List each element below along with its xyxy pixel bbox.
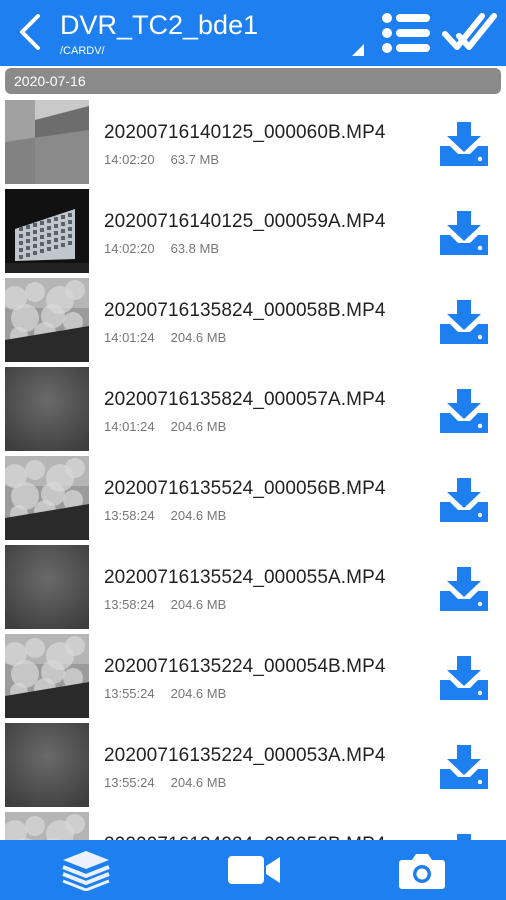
file-time: 13:58:24 — [104, 597, 155, 612]
video-thumbnail[interactable] — [5, 367, 89, 451]
file-size: 204.6 MB — [170, 419, 227, 434]
file-list-item[interactable]: 20200716140125_000060B.MP4 14:02:20 63.7 M… — [0, 100, 506, 186]
tab-photos[interactable] — [392, 846, 452, 894]
file-meta: 13:58:24 204.6 MB — [104, 597, 226, 612]
file-name: 20200716135524_000056B.MP4 — [104, 478, 386, 499]
file-name: 20200716135524_000055A.MP4 — [104, 567, 386, 588]
file-size: 204.6 MB — [170, 597, 227, 612]
file-size: 204.6 MB — [170, 330, 227, 345]
layers-icon — [62, 851, 110, 891]
file-size: 63.7 MB — [170, 152, 220, 167]
file-time: 13:58:24 — [104, 508, 155, 523]
download-icon — [440, 478, 488, 522]
double-check-icon — [442, 13, 497, 50]
file-list-item[interactable]: 20200716135224_000053A.MP4 13:55:24 204.6 … — [0, 723, 506, 809]
download-button[interactable] — [436, 209, 492, 257]
file-time: 13:55:24 — [104, 686, 155, 701]
file-time: 14:01:24 — [104, 330, 155, 345]
file-size: 204.6 MB — [170, 686, 227, 701]
file-list-item[interactable]: 20200716140125_000059A.MP4 14:02:20 63.8 M… — [0, 189, 506, 275]
tab-videos[interactable] — [224, 846, 284, 894]
download-icon — [440, 122, 488, 166]
download-button[interactable] — [436, 298, 492, 346]
download-icon — [440, 567, 488, 611]
date-section-header: 2020-07-16 — [5, 68, 501, 94]
camera-icon — [399, 854, 445, 889]
video-camera-icon — [228, 856, 280, 884]
download-button[interactable] — [436, 476, 492, 524]
video-thumbnail[interactable] — [5, 456, 89, 540]
file-name: 20200716135824_000058B.MP4 — [104, 300, 386, 321]
file-name: 20200716140125_000059A.MP4 — [104, 211, 386, 232]
path-label: /CARDV/ — [60, 45, 105, 57]
file-size: 204.6 MB — [170, 508, 227, 523]
file-meta: 14:02:20 63.8 MB — [104, 241, 219, 256]
back-button[interactable] — [12, 10, 48, 54]
download-button[interactable] — [436, 565, 492, 613]
file-name: 20200716140125_000060B.MP4 — [104, 122, 386, 143]
file-browser-screen: DVR_TC2_bde1 /CARDV/ 2020-07-16 20200716… — [0, 0, 506, 900]
file-name: 20200716135224_000053A.MP4 — [104, 745, 386, 766]
chevron-left-icon — [20, 14, 40, 50]
download-button[interactable] — [436, 743, 492, 791]
file-list[interactable]: 20200716140125_000060B.MP4 14:02:20 63.7 M… — [0, 98, 506, 840]
download-icon — [440, 745, 488, 789]
download-button[interactable] — [436, 120, 492, 168]
file-meta: 13:55:24 204.6 MB — [104, 775, 226, 790]
download-icon — [440, 211, 488, 255]
video-thumbnail[interactable] — [5, 723, 89, 807]
file-meta: 14:01:24 204.6 MB — [104, 419, 226, 434]
file-meta: 14:02:20 63.7 MB — [104, 152, 219, 167]
list-view-button[interactable] — [378, 10, 434, 56]
download-icon — [440, 300, 488, 344]
download-icon — [457, 834, 471, 840]
file-time: 14:02:20 — [104, 241, 155, 256]
file-list-item[interactable]: 20200716135524_000055A.MP4 13:58:24 204.6 … — [0, 545, 506, 631]
file-meta: 14:01:24 204.6 MB — [104, 330, 226, 345]
video-thumbnail[interactable] — [5, 100, 89, 184]
dropdown-caret-icon[interactable] — [352, 44, 364, 56]
video-thumbnail[interactable] — [5, 278, 89, 362]
bottom-nav — [0, 840, 506, 900]
file-list-item[interactable]: 20200716135824_000058B.MP4 14:01:24 204.6 … — [0, 278, 506, 364]
list-icon — [382, 13, 430, 53]
file-list-item[interactable]: 20200716135224_000054B.MP4 13:55:24 204.6 … — [0, 634, 506, 720]
download-button[interactable] — [436, 387, 492, 435]
download-icon — [440, 389, 488, 433]
file-list-item[interactable]: 20200716134924_000052B.MP4 — [0, 812, 506, 840]
page-title: DVR_TC2_bde1 — [60, 10, 259, 40]
file-meta: 13:58:24 204.6 MB — [104, 508, 226, 523]
file-name: 20200716135224_000054B.MP4 — [104, 656, 386, 677]
file-size: 204.6 MB — [170, 775, 227, 790]
file-list-item[interactable]: 20200716135824_000057A.MP4 14:01:24 204.6 … — [0, 367, 506, 453]
download-icon — [440, 656, 488, 700]
file-list-item[interactable]: 20200716135524_000056B.MP4 13:58:24 204.6 … — [0, 456, 506, 542]
file-meta: 13:55:24 204.6 MB — [104, 686, 226, 701]
video-thumbnail[interactable] — [5, 812, 89, 840]
top-app-bar: DVR_TC2_bde1 /CARDV/ — [0, 0, 506, 66]
file-name: 20200716135824_000057A.MP4 — [104, 389, 386, 410]
title-block[interactable]: DVR_TC2_bde1 /CARDV/ — [60, 8, 360, 58]
file-size: 63.8 MB — [170, 241, 220, 256]
file-time: 13:55:24 — [104, 775, 155, 790]
tab-files[interactable] — [56, 846, 116, 894]
video-thumbnail[interactable] — [5, 634, 89, 718]
select-all-button[interactable] — [442, 10, 498, 56]
download-button[interactable] — [436, 832, 492, 840]
video-thumbnail[interactable] — [5, 189, 89, 273]
file-time: 14:01:24 — [104, 419, 155, 434]
file-time: 14:02:20 — [104, 152, 155, 167]
download-button[interactable] — [436, 654, 492, 702]
video-thumbnail[interactable] — [5, 545, 89, 629]
